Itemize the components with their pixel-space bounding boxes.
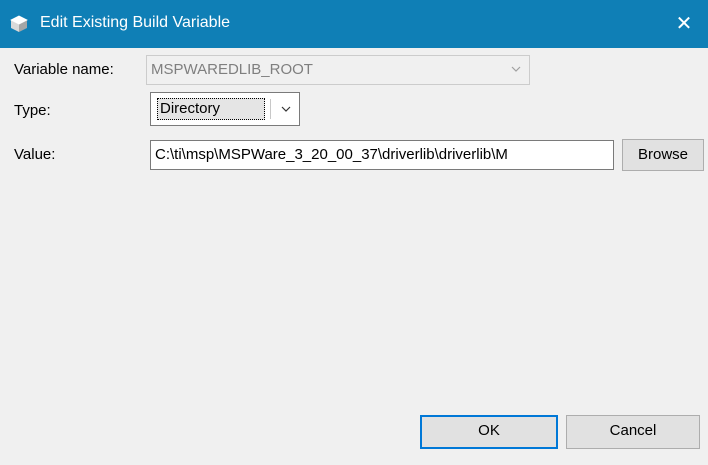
edit-build-variable-dialog: Edit Existing Build Variable ✕ Variable …	[0, 0, 708, 465]
chevron-down-icon[interactable]	[279, 102, 293, 116]
cube-icon	[10, 15, 28, 33]
combo-separator	[270, 99, 271, 119]
variable-name-label: Variable name:	[14, 61, 114, 78]
ok-button[interactable]: OK	[420, 415, 558, 449]
value-input[interactable]: C:\ti\msp\MSPWare_3_20_00_37\driverlib\d…	[150, 140, 614, 170]
variable-name-field: MSPWAREDLIB_ROOT	[146, 55, 530, 85]
value-input-text: C:\ti\msp\MSPWare_3_20_00_37\driverlib\d…	[155, 146, 508, 163]
close-icon[interactable]: ✕	[670, 10, 698, 38]
browse-button[interactable]: Browse	[622, 139, 704, 171]
value-label: Value:	[14, 146, 56, 163]
variable-name-value: MSPWAREDLIB_ROOT	[151, 61, 313, 78]
type-selected-value: Directory	[157, 98, 265, 120]
dialog-title: Edit Existing Build Variable	[40, 14, 231, 31]
cancel-button[interactable]: Cancel	[566, 415, 700, 449]
type-label: Type:	[14, 102, 51, 119]
type-select[interactable]: Directory	[150, 92, 300, 126]
title-bar[interactable]: Edit Existing Build Variable ✕	[0, 0, 708, 48]
chevron-down-icon	[509, 62, 523, 76]
